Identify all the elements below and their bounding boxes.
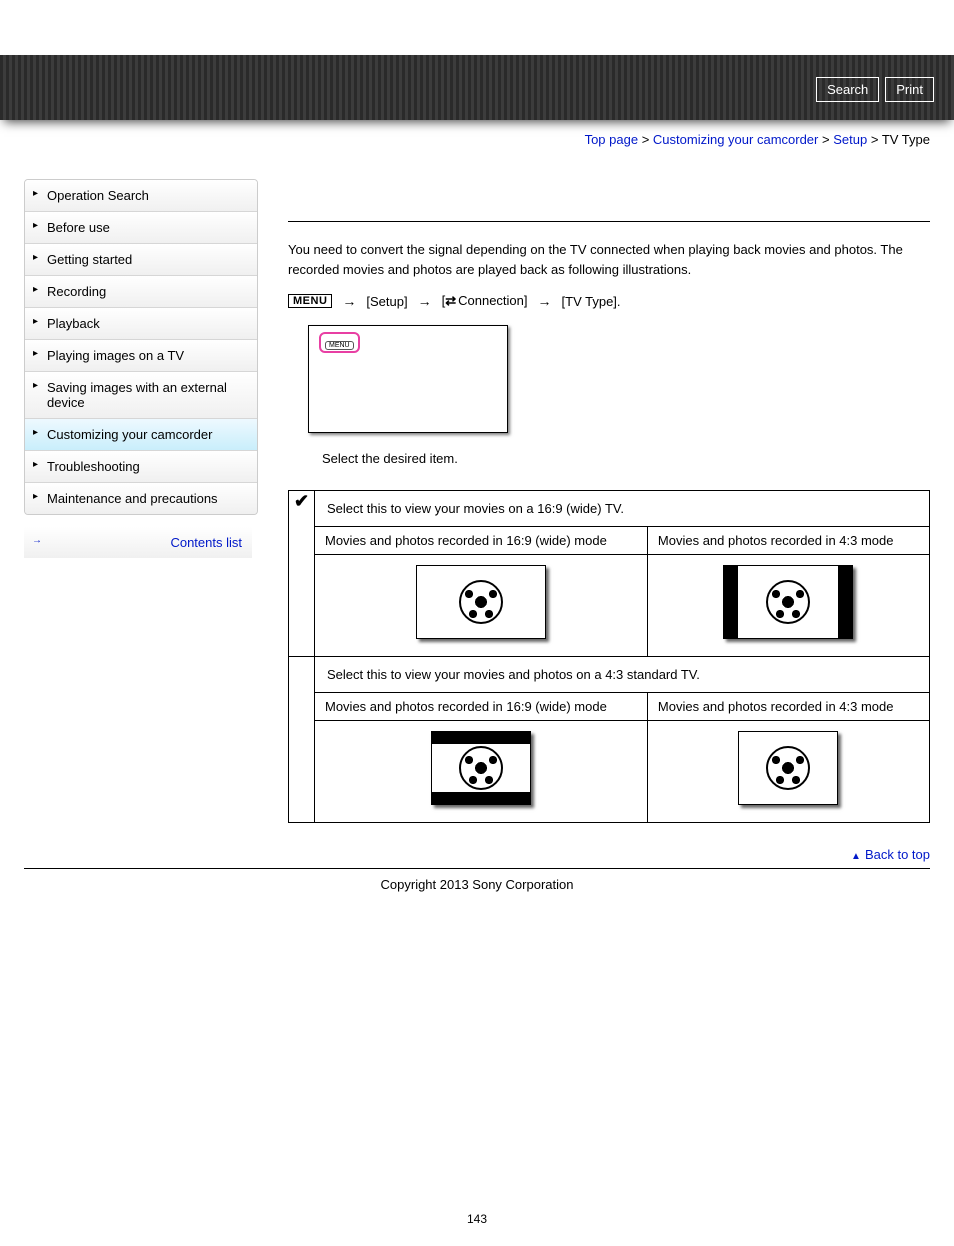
path-tvtype: [TV Type].	[562, 294, 621, 309]
sidebar-item[interactable]: Recording	[25, 276, 257, 307]
sidebar-item[interactable]: Playing images on a TV	[25, 340, 257, 371]
col-header-16-9: Movies and photos recorded in 16:9 (wide…	[315, 527, 647, 555]
breadcrumb-link-setup[interactable]: Setup	[833, 132, 867, 147]
checkmark-icon: ✔	[294, 491, 309, 511]
col-header-4-3: Movies and photos recorded in 4:3 mode	[647, 527, 929, 555]
tv-std-full-icon	[738, 731, 838, 805]
contents-list-link[interactable]: Contents list	[24, 527, 252, 558]
screen-illustration: MENU	[308, 325, 508, 433]
sidebar-item[interactable]: Saving images with an external device	[25, 372, 257, 418]
option-wide-cell: Select this to view your movies on a 16:…	[315, 491, 930, 657]
option-std-desc: Select this to view your movies and phot…	[315, 657, 929, 693]
soccer-ball-icon	[459, 580, 503, 624]
main-content: You need to convert the signal depending…	[288, 179, 930, 823]
sidebar-item[interactable]: Getting started	[25, 244, 257, 275]
option-check-cell: ✔	[289, 491, 315, 657]
breadcrumb-link-top[interactable]: Top page	[585, 132, 639, 147]
tv-wide-pillarbox-icon	[723, 565, 853, 639]
col-header-4-3: Movies and photos recorded in 4:3 mode	[647, 693, 929, 721]
page-number: 143	[0, 932, 954, 1246]
breadcrumb-sep: >	[871, 132, 879, 147]
menu-button-icon: MENU	[288, 294, 332, 308]
sidebar-item[interactable]: Troubleshooting	[25, 451, 257, 482]
soccer-ball-icon	[459, 746, 503, 790]
header-bar: Search Print	[0, 55, 954, 120]
back-to-top-link[interactable]: Back to top	[851, 847, 930, 862]
soccer-ball-icon	[766, 580, 810, 624]
breadcrumb-sep: >	[642, 132, 650, 147]
soccer-ball-icon	[766, 746, 810, 790]
path-setup: [Setup]	[366, 294, 407, 309]
tv-std-letterbox-icon	[431, 731, 531, 805]
breadcrumb-sep: >	[822, 132, 830, 147]
print-button[interactable]: Print	[885, 77, 934, 102]
search-button[interactable]: Search	[816, 77, 879, 102]
sidebar-item[interactable]: Customizing your camcorder	[25, 419, 257, 450]
sidebar-item[interactable]: Operation Search	[25, 180, 257, 211]
intro-text: You need to convert the signal depending…	[288, 240, 930, 279]
breadcrumb-link-customizing[interactable]: Customizing your camcorder	[653, 132, 818, 147]
arrow-icon: →	[342, 293, 356, 309]
sidebar-item[interactable]: Maintenance and precautions	[25, 483, 257, 514]
select-caption: Select the desired item.	[322, 451, 930, 466]
sidebar-item[interactable]: Playback	[25, 308, 257, 339]
swap-icon: ⇄	[445, 293, 456, 309]
tv-wide-full-icon	[416, 565, 546, 639]
divider	[288, 221, 930, 222]
menu-path: MENU → [Setup] → [⇄Connection] → [TV Typ…	[288, 293, 930, 309]
arrow-icon: →	[538, 293, 552, 309]
breadcrumb: Top page > Customizing your camcorder > …	[0, 120, 954, 179]
option-std-cell: Select this to view your movies and phot…	[315, 657, 930, 823]
highlighted-menu-button: MENU	[319, 332, 360, 353]
copyright: Copyright 2013 Sony Corporation	[0, 877, 954, 932]
menu-tag: MENU	[325, 341, 354, 350]
option-wide-desc: Select this to view your movies on a 16:…	[315, 491, 929, 527]
footer-divider	[24, 868, 930, 869]
col-header-16-9: Movies and photos recorded in 16:9 (wide…	[315, 693, 647, 721]
breadcrumb-current: TV Type	[882, 132, 930, 147]
sidebar: Operation SearchBefore useGetting starte…	[24, 179, 258, 558]
sidebar-item[interactable]: Before use	[25, 212, 257, 243]
options-table: ✔ Select this to view your movies on a 1…	[288, 490, 930, 823]
option-check-cell	[289, 657, 315, 823]
path-connection: [⇄Connection]	[442, 293, 528, 309]
arrow-icon: →	[418, 293, 432, 309]
